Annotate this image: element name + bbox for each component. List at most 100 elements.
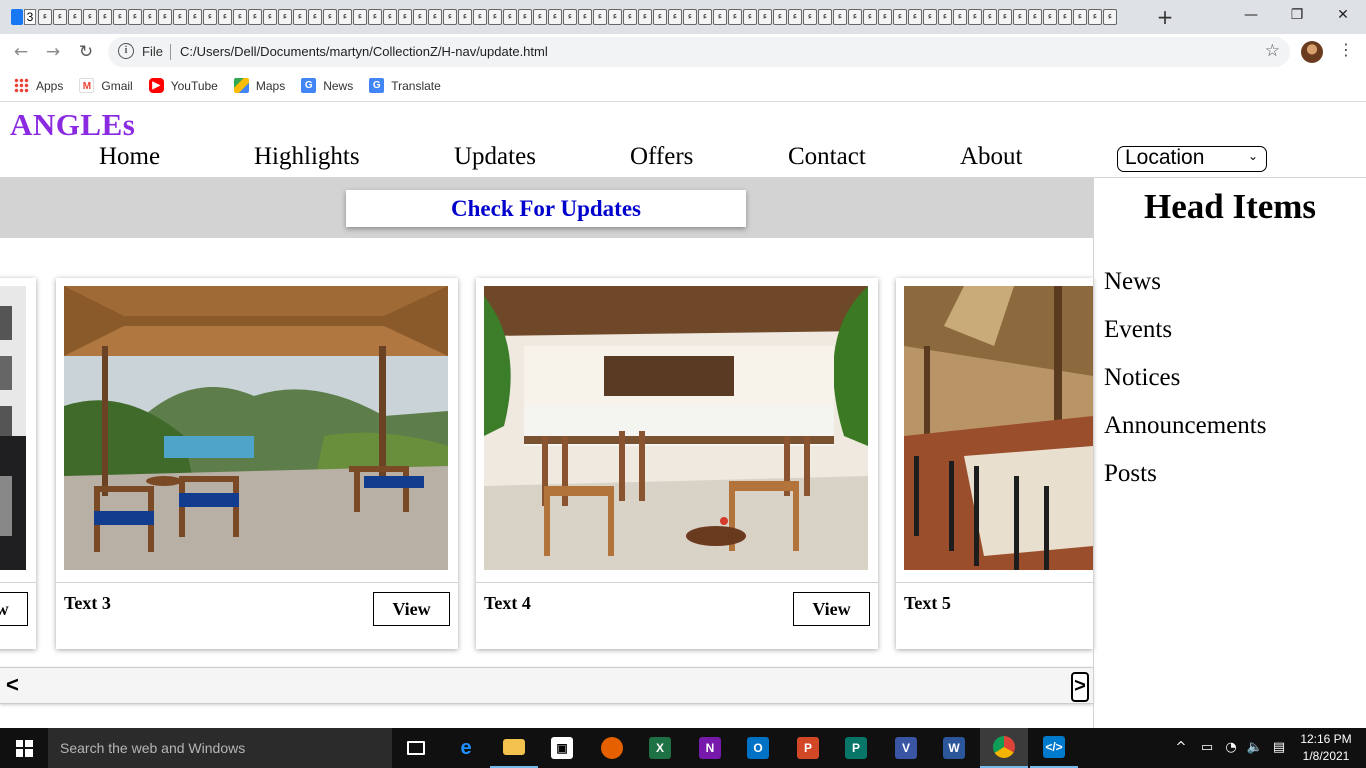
chrome-menu-icon[interactable]: ⋮ xyxy=(1338,40,1354,59)
profile-avatar[interactable] xyxy=(1301,41,1323,63)
pinned-tab-icon[interactable]: ء xyxy=(518,9,532,25)
url-text[interactable]: C:/Users/Dell/Documents/martyn/Collectio… xyxy=(180,44,548,59)
bookmark-gmail[interactable]: M Gmail xyxy=(79,78,133,93)
bookmark-translate[interactable]: G Translate xyxy=(369,78,441,93)
pinned-tab-icon[interactable]: ء xyxy=(143,9,157,25)
pinned-tab-icon[interactable]: ء xyxy=(1103,9,1117,25)
facebook-tab-icon[interactable] xyxy=(11,9,23,25)
publisher-icon[interactable]: P xyxy=(832,728,880,768)
pinned-tab-icon[interactable]: ء xyxy=(563,9,577,25)
bookmark-star-icon[interactable]: ☆ xyxy=(1265,41,1280,61)
excel-icon[interactable]: X xyxy=(636,728,684,768)
pinned-tab-icon[interactable]: ء xyxy=(698,9,712,25)
sidebar-item-posts[interactable]: Posts xyxy=(1104,460,1157,488)
file-explorer-icon[interactable] xyxy=(490,728,538,768)
pinned-tab-icon[interactable]: ء xyxy=(848,9,862,25)
nav-highlights[interactable]: Highlights xyxy=(254,143,360,171)
pinned-tab-icon[interactable]: ء xyxy=(743,9,757,25)
pinned-tab-icon[interactable]: ء xyxy=(1058,9,1072,25)
pinned-tab-icon[interactable]: ء xyxy=(908,9,922,25)
pinned-tab-icon[interactable]: ء xyxy=(668,9,682,25)
onenote-icon[interactable]: N xyxy=(686,728,734,768)
pinned-tab-icon[interactable]: ء xyxy=(983,9,997,25)
pinned-tab-icon[interactable]: ء xyxy=(1073,9,1087,25)
vscode-icon[interactable]: </> xyxy=(1030,728,1078,768)
system-clock[interactable]: 12:16 PM 1/8/2021 xyxy=(1294,731,1358,765)
pinned-tab-icon[interactable]: ء xyxy=(293,9,307,25)
battery-icon[interactable]: ▭ xyxy=(1196,728,1218,768)
pinned-tab-icon[interactable]: ء xyxy=(413,9,427,25)
pinned-tab-icon[interactable]: ء xyxy=(803,9,817,25)
sidebar-item-announcements[interactable]: Announcements xyxy=(1104,412,1266,440)
pinned-tab-icon[interactable]: ء xyxy=(923,9,937,25)
pinned-tab-icon[interactable]: ء xyxy=(98,9,112,25)
pinned-tab-icon[interactable]: ء xyxy=(278,9,292,25)
pinned-tab-icon[interactable]: ء xyxy=(188,9,202,25)
pinned-tab-icon[interactable]: ء xyxy=(158,9,172,25)
pinned-tab-icon[interactable]: ء xyxy=(68,9,82,25)
location-select[interactable]: Location ⌄ xyxy=(1117,146,1267,172)
pinned-tab-icon[interactable]: ء xyxy=(998,9,1012,25)
site-info-icon[interactable]: i xyxy=(118,43,134,59)
pinned-tab-icon[interactable]: ء xyxy=(128,9,142,25)
pinned-tab-icon[interactable]: ء xyxy=(788,9,802,25)
pinned-tab-icon[interactable]: ء xyxy=(728,9,742,25)
pinned-tab-icon[interactable]: ء xyxy=(938,9,952,25)
pinned-tab-icon[interactable]: ء xyxy=(338,9,352,25)
volume-icon[interactable]: 🔈 xyxy=(1244,728,1266,768)
nav-about[interactable]: About xyxy=(960,143,1023,171)
tab-count-badge[interactable]: 3 xyxy=(24,9,36,25)
taskbar-search-box[interactable]: Search the web and Windows xyxy=(48,728,392,768)
pinned-tab-icon[interactable]: ء xyxy=(248,9,262,25)
pinned-tab-icon[interactable]: ء xyxy=(758,9,772,25)
pinned-tab-icon[interactable]: ء xyxy=(113,9,127,25)
word-icon[interactable]: W xyxy=(930,728,978,768)
pinned-tab-icon[interactable]: ء xyxy=(578,9,592,25)
pinned-tab-icon[interactable]: ء xyxy=(623,9,637,25)
pinned-tab-icon[interactable]: ء xyxy=(323,9,337,25)
pinned-tab-icon[interactable]: ء xyxy=(638,9,652,25)
check-for-updates-button[interactable]: Check For Updates xyxy=(346,190,746,227)
pinned-tab-icon[interactable]: ء xyxy=(863,9,877,25)
view-button[interactable]: View xyxy=(0,592,28,626)
pinned-tab-icon[interactable]: ء xyxy=(818,9,832,25)
pinned-tab-icon[interactable]: ء xyxy=(503,9,517,25)
sidebar-item-events[interactable]: Events xyxy=(1104,316,1172,344)
view-button[interactable]: View xyxy=(793,592,870,626)
edge-icon[interactable]: e xyxy=(442,728,490,768)
reload-icon[interactable]: ↻ xyxy=(74,40,98,64)
bookmark-news[interactable]: G News xyxy=(301,78,353,93)
minimize-button[interactable]: — xyxy=(1228,0,1274,30)
pinned-tab-icon[interactable]: ء xyxy=(38,9,52,25)
pinned-tab-icon[interactable]: ء xyxy=(368,9,382,25)
nav-contact[interactable]: Contact xyxy=(788,143,866,171)
bookmark-apps[interactable]: Apps xyxy=(14,78,63,93)
forward-arrow-icon[interactable]: → xyxy=(41,40,65,64)
task-view-icon[interactable] xyxy=(392,728,440,768)
close-button[interactable]: ✕ xyxy=(1320,0,1366,30)
pinned-tab-icon[interactable]: ء xyxy=(398,9,412,25)
pinned-tab-icon[interactable]: ء xyxy=(203,9,217,25)
pinned-tab-icon[interactable]: ء xyxy=(473,9,487,25)
pinned-tab-icon[interactable]: ء xyxy=(533,9,547,25)
chrome-icon[interactable] xyxy=(980,728,1028,768)
pinned-tab-icon[interactable]: ء xyxy=(653,9,667,25)
pinned-tab-icon[interactable]: ء xyxy=(1043,9,1057,25)
notification-icon[interactable]: ▤ xyxy=(1268,728,1290,768)
nav-home[interactable]: Home xyxy=(99,143,160,171)
pinned-tab-icon[interactable]: ء xyxy=(218,9,232,25)
site-logo[interactable]: ANGLEs xyxy=(10,107,135,143)
pinned-tab-icon[interactable]: ء xyxy=(713,9,727,25)
visio-icon[interactable]: V xyxy=(882,728,930,768)
pinned-tab-icon[interactable]: ء xyxy=(683,9,697,25)
pinned-tab-icon[interactable]: ء xyxy=(263,9,277,25)
start-button[interactable] xyxy=(0,728,48,768)
pinned-tab-icon[interactable]: ء xyxy=(608,9,622,25)
sidebar-item-notices[interactable]: Notices xyxy=(1104,364,1180,392)
pinned-tab-icon[interactable]: ء xyxy=(953,9,967,25)
outlook-icon[interactable]: O xyxy=(734,728,782,768)
back-arrow-icon[interactable]: ← xyxy=(9,40,33,64)
pinned-tab-icon[interactable]: ء xyxy=(893,9,907,25)
pinned-tab-icon[interactable]: ء xyxy=(428,9,442,25)
pinned-tab-icon[interactable]: ء xyxy=(878,9,892,25)
